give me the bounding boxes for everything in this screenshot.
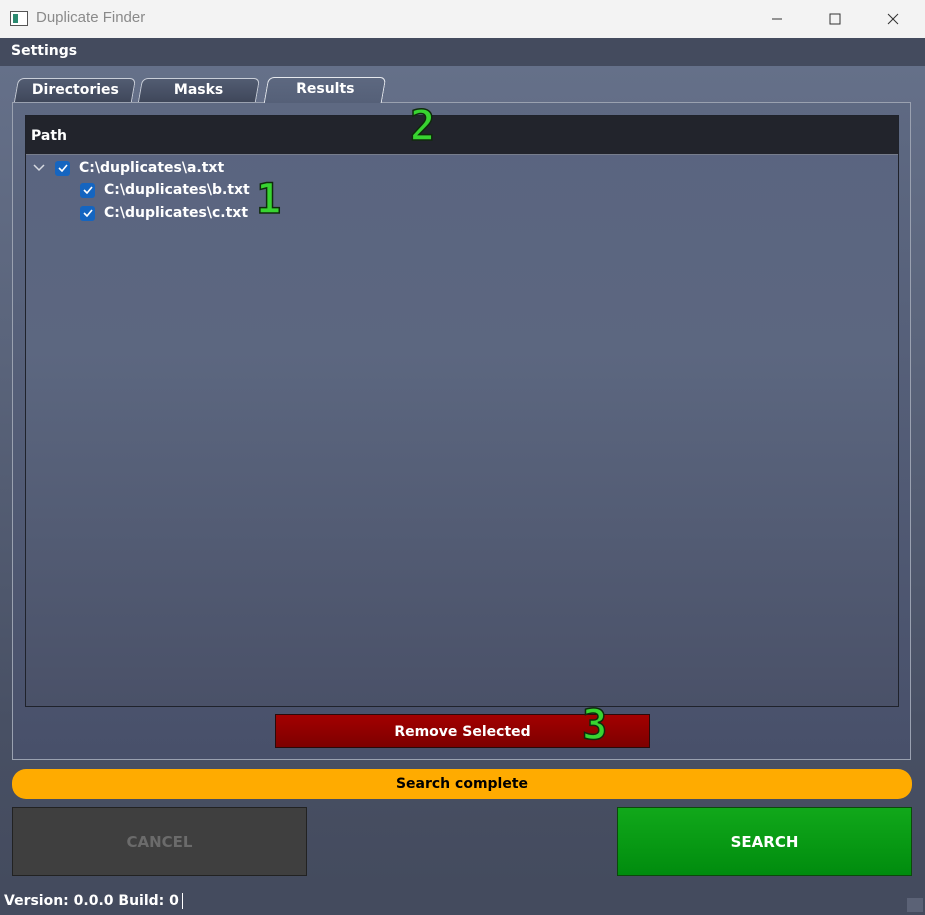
- tree-header: Path: [26, 116, 898, 155]
- row-checkbox[interactable]: [80, 182, 95, 198]
- tab-masks[interactable]: Masks: [137, 78, 261, 102]
- check-icon: [82, 209, 93, 217]
- tree-row[interactable]: C:\duplicates\c.txt: [80, 203, 248, 223]
- results-tree[interactable]: Path C:\duplicates\a.txt C:\duplicates\b…: [25, 115, 899, 707]
- tree-row[interactable]: C:\duplicates\a.txt: [31, 158, 224, 178]
- menu-settings[interactable]: Settings: [11, 43, 77, 59]
- row-checkbox[interactable]: [80, 205, 95, 221]
- tab-results[interactable]: Results: [263, 77, 387, 103]
- search-button[interactable]: SEARCH: [617, 807, 912, 876]
- minimize-icon: [772, 18, 782, 20]
- version-label: Version: 0.0.0 Build: 0: [4, 893, 183, 909]
- annotation-marker-2: 2: [409, 101, 436, 150]
- tab-directories-label: Directories: [31, 82, 119, 98]
- maximize-button[interactable]: [806, 0, 864, 38]
- title-bar: Duplicate Finder: [0, 0, 925, 38]
- row-label: C:\duplicates\b.txt: [104, 182, 250, 198]
- minimize-button[interactable]: [748, 0, 806, 38]
- row-label: C:\duplicates\a.txt: [79, 160, 225, 176]
- window-title: Duplicate Finder: [36, 9, 146, 26]
- resize-grip[interactable]: [907, 898, 923, 912]
- tree-row[interactable]: C:\duplicates\b.txt: [80, 180, 250, 200]
- annotation-marker-3: 3: [581, 700, 608, 749]
- annotation-marker-1: 1: [255, 174, 282, 223]
- tab-results-label: Results: [295, 81, 355, 97]
- footer-bar: Version: 0.0.0 Build: 0: [0, 888, 925, 915]
- tab-directories[interactable]: Directories: [13, 78, 137, 102]
- menu-bar: Settings: [0, 38, 925, 66]
- row-checkbox[interactable]: [55, 160, 70, 176]
- close-icon: [887, 13, 899, 25]
- check-icon: [57, 164, 68, 172]
- tab-masks-label: Masks: [174, 82, 224, 98]
- close-button[interactable]: [864, 0, 922, 38]
- status-bar: Search complete: [12, 769, 912, 799]
- check-icon: [82, 186, 93, 194]
- cancel-button[interactable]: CANCEL: [12, 807, 307, 876]
- chevron-down-icon[interactable]: [31, 160, 47, 176]
- row-label: C:\duplicates\c.txt: [104, 205, 249, 221]
- app-icon: [10, 11, 28, 26]
- maximize-icon: [829, 13, 841, 25]
- column-header-path[interactable]: Path: [31, 128, 67, 144]
